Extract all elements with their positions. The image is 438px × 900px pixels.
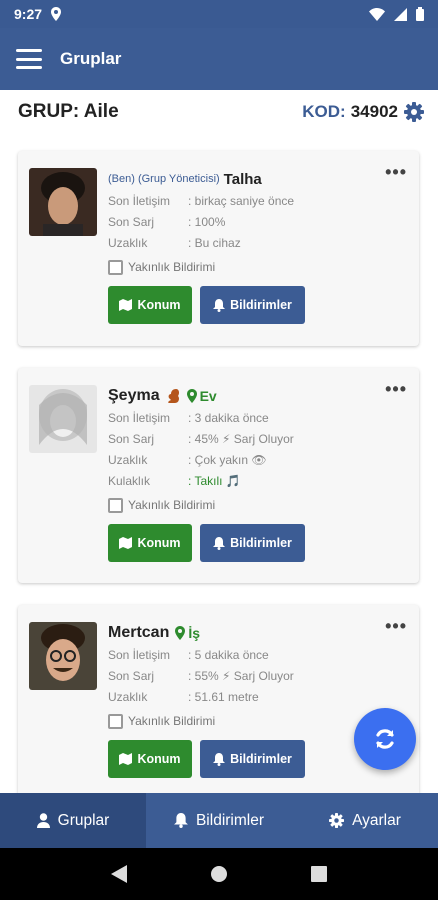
member-card: ••• (Ben) (Grup Yöneticisi) Talha Son İl…	[18, 151, 419, 346]
location-status-icon	[51, 7, 62, 21]
map-icon	[119, 753, 133, 765]
bell-icon	[174, 813, 188, 828]
bell-icon	[213, 752, 226, 766]
nav-ayarlar[interactable]: Ayarlar	[292, 793, 438, 848]
members-list[interactable]: ••• (Ben) (Grup Yöneticisi) Talha Son İl…	[0, 148, 438, 793]
status-time: 9:27	[14, 6, 43, 22]
headphones-row: Kulaklık: Takılı 🎵	[108, 473, 241, 488]
last-contact-row: Son İletişim: 3 dakika önce	[108, 410, 269, 425]
charge-row: Son Sarj: 55% ⚡ Sarj Oluyor	[108, 668, 294, 683]
charge-row: Son Sarj: 100%	[108, 214, 226, 229]
back-icon[interactable]	[111, 865, 128, 883]
member-name: Mertcan	[108, 624, 170, 641]
location-button[interactable]: Konum	[108, 286, 192, 324]
gear-icon	[329, 813, 345, 828]
home-icon[interactable]	[210, 865, 228, 883]
notifications-button[interactable]: Bildirimler	[200, 524, 305, 562]
notifications-button[interactable]: Bildirimler	[200, 286, 305, 324]
member-name: Talha	[223, 170, 262, 188]
proximity-checkbox[interactable]	[108, 713, 123, 729]
place-label: İş	[175, 625, 200, 641]
group-header: GRUP: Aile KOD: 34902	[18, 98, 424, 126]
proximity-checkbox[interactable]	[108, 259, 123, 275]
notifications-button[interactable]: Bildirimler	[200, 740, 305, 778]
menu-icon[interactable]	[16, 49, 42, 69]
nav-bildirimler[interactable]: Bildirimler	[146, 793, 292, 848]
member-tag: (Ben) (Grup Yöneticisi)	[108, 173, 220, 185]
refresh-icon	[376, 729, 394, 749]
recents-icon[interactable]	[310, 866, 327, 882]
place-label: Ev	[186, 388, 217, 404]
map-pin-icon	[175, 626, 186, 640]
app-bar: Gruplar	[0, 28, 438, 90]
charge-row: Son Sarj: 45% ⚡ Sarj Oluyor	[108, 431, 294, 446]
wifi-icon	[369, 7, 385, 21]
user-icon	[36, 813, 50, 828]
distance-row: Uzaklık: 51.61 metre	[108, 689, 259, 704]
avatar	[29, 385, 97, 453]
code-label: KOD:	[302, 102, 346, 121]
bottom-nav: Gruplar Bildirimler Ayarlar	[0, 793, 438, 848]
bell-icon	[213, 536, 226, 550]
battery-icon	[416, 7, 424, 21]
map-pin-icon	[186, 389, 197, 403]
group-name: GRUP: Aile	[18, 101, 119, 122]
proximity-notification-row[interactable]: Yakınlık Bildirimi	[108, 495, 407, 515]
signal-icon	[394, 7, 407, 21]
member-name: Şeyma	[108, 387, 160, 404]
avatar	[29, 168, 97, 236]
status-bar: 9:27	[0, 0, 438, 28]
proximity-notification-row[interactable]: Yakınlık Bildirimi	[108, 257, 407, 277]
member-card: ••• Mertcan İş Son İletişim: 5 dakika ön…	[18, 605, 419, 793]
location-button[interactable]: Konum	[108, 740, 192, 778]
proximity-checkbox[interactable]	[108, 497, 123, 513]
bell-icon	[213, 298, 226, 312]
distance-row: Uzaklık: Bu cihaz	[108, 235, 241, 250]
member-card: ••• Şeyma Ev Son İletişim: 3 dakika önce…	[18, 368, 419, 583]
avatar	[29, 622, 97, 690]
android-nav-bar	[0, 848, 438, 900]
code-value: 34902	[350, 102, 398, 121]
app-title: Gruplar	[60, 49, 122, 68]
map-icon	[119, 537, 133, 549]
nav-gruplar[interactable]: Gruplar	[0, 793, 146, 848]
last-contact-row: Son İletişim: birkaç saniye önce	[108, 193, 295, 208]
group-code: KOD: 34902	[302, 102, 424, 122]
squirrel-icon	[167, 389, 179, 403]
location-button[interactable]: Konum	[108, 524, 192, 562]
refresh-button[interactable]	[354, 708, 416, 770]
distance-row: Uzaklık: Çok yakın 👁	[108, 452, 267, 467]
map-icon	[119, 299, 133, 311]
group-settings-gear-icon[interactable]	[404, 102, 424, 122]
last-contact-row: Son İletişim: 5 dakika önce	[108, 647, 269, 662]
